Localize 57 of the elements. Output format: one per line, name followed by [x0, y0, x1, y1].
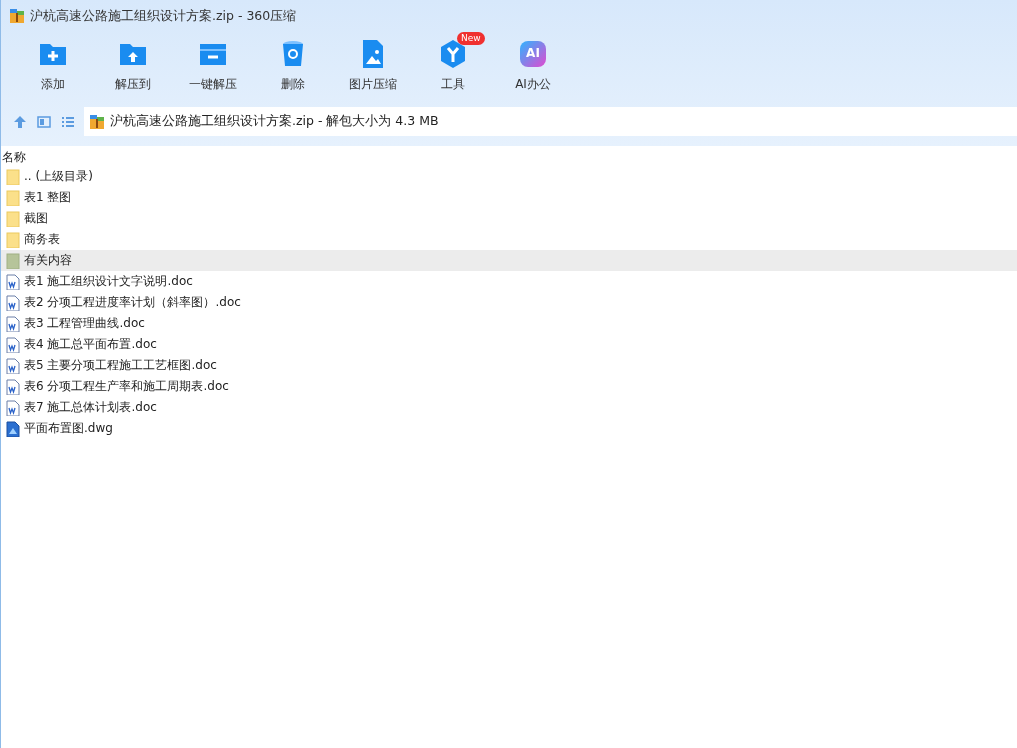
file-name: 表1 施工组织设计文字说明.doc	[24, 273, 193, 290]
file-row[interactable]: 表6 分项工程生产率和施工周期表.doc	[1, 376, 1017, 397]
file-name: 表3 工程管理曲线.doc	[24, 315, 145, 332]
word-document-icon	[5, 357, 21, 374]
file-row[interactable]: 表2 分项工程进度率计划（斜率图）.doc	[1, 292, 1017, 313]
file-row[interactable]: 表5 主要分项工程施工工艺框图.doc	[1, 355, 1017, 376]
file-row[interactable]: 有关内容	[1, 250, 1017, 271]
folder-icon	[5, 231, 21, 248]
folder-icon	[5, 252, 21, 269]
folder-icon	[5, 189, 21, 206]
file-name: 表6 分项工程生产率和施工周期表.doc	[24, 378, 229, 395]
folder-icon	[5, 210, 21, 227]
file-name: 有关内容	[24, 252, 72, 269]
panel-view-icon[interactable]	[36, 113, 52, 130]
file-name: 表7 施工总体计划表.doc	[24, 399, 157, 416]
toolbar-button[interactable]: AI AI办公	[493, 32, 573, 106]
file-name: 商务表	[24, 231, 60, 248]
file-name: 表5 主要分项工程施工工艺框图.doc	[24, 357, 217, 374]
archive-icon	[89, 113, 105, 130]
address-field[interactable]: 沪杭高速公路施工组织设计方案.zip - 解包大小为 4.3 MB	[84, 107, 1017, 136]
file-name: 表4 施工总平面布置.doc	[24, 336, 157, 353]
word-document-icon	[5, 273, 21, 290]
file-name: 表2 分项工程进度率计划（斜率图）.doc	[24, 294, 241, 311]
file-row[interactable]: 表4 施工总平面布置.doc	[1, 334, 1017, 355]
ai-logo-text: AI	[525, 46, 541, 60]
word-document-icon	[5, 399, 21, 416]
file-row[interactable]: 表1 整图	[1, 187, 1017, 208]
window-title: 沪杭高速公路施工组织设计方案.zip - 360压缩	[30, 7, 297, 25]
file-name: .. (上级目录)	[24, 168, 93, 185]
file-name: 平面布置图.dwg	[24, 420, 113, 437]
toolbar-button[interactable]: 解压到	[93, 32, 173, 106]
up-arrow-icon[interactable]	[12, 113, 28, 130]
toolbar-button[interactable]: 添加	[13, 32, 93, 106]
new-badge: New	[457, 32, 485, 45]
toolbar-button[interactable]: 删除	[253, 32, 333, 106]
file-row[interactable]: 表7 施工总体计划表.doc	[1, 397, 1017, 418]
file-row[interactable]: 截图	[1, 208, 1017, 229]
drawing-file-icon	[5, 420, 21, 437]
folder-icon	[5, 168, 21, 185]
toolbar-button[interactable]: 图片压缩	[333, 32, 413, 106]
file-row[interactable]: 表3 工程管理曲线.doc	[1, 313, 1017, 334]
file-row[interactable]: .. (上级目录)	[1, 166, 1017, 187]
toolbar-button[interactable]: New 工具	[413, 32, 493, 106]
word-document-icon	[5, 315, 21, 332]
file-row[interactable]: 平面布置图.dwg	[1, 418, 1017, 439]
file-row[interactable]: 表1 施工组织设计文字说明.doc	[1, 271, 1017, 292]
column-header[interactable]: 名称	[1, 148, 1017, 166]
word-document-icon	[5, 378, 21, 395]
ai-logo-icon	[517, 38, 549, 70]
word-document-icon	[5, 294, 21, 311]
archive-path: 沪杭高速公路施工组织设计方案.zip - 解包大小为 4.3 MB	[110, 113, 439, 130]
archive-icon	[9, 8, 25, 24]
toolbar-button[interactable]: 一键解压	[173, 32, 253, 106]
file-name: 截图	[24, 210, 48, 227]
file-row[interactable]: 商务表	[1, 229, 1017, 250]
word-document-icon	[5, 336, 21, 353]
file-name: 表1 整图	[24, 189, 72, 206]
